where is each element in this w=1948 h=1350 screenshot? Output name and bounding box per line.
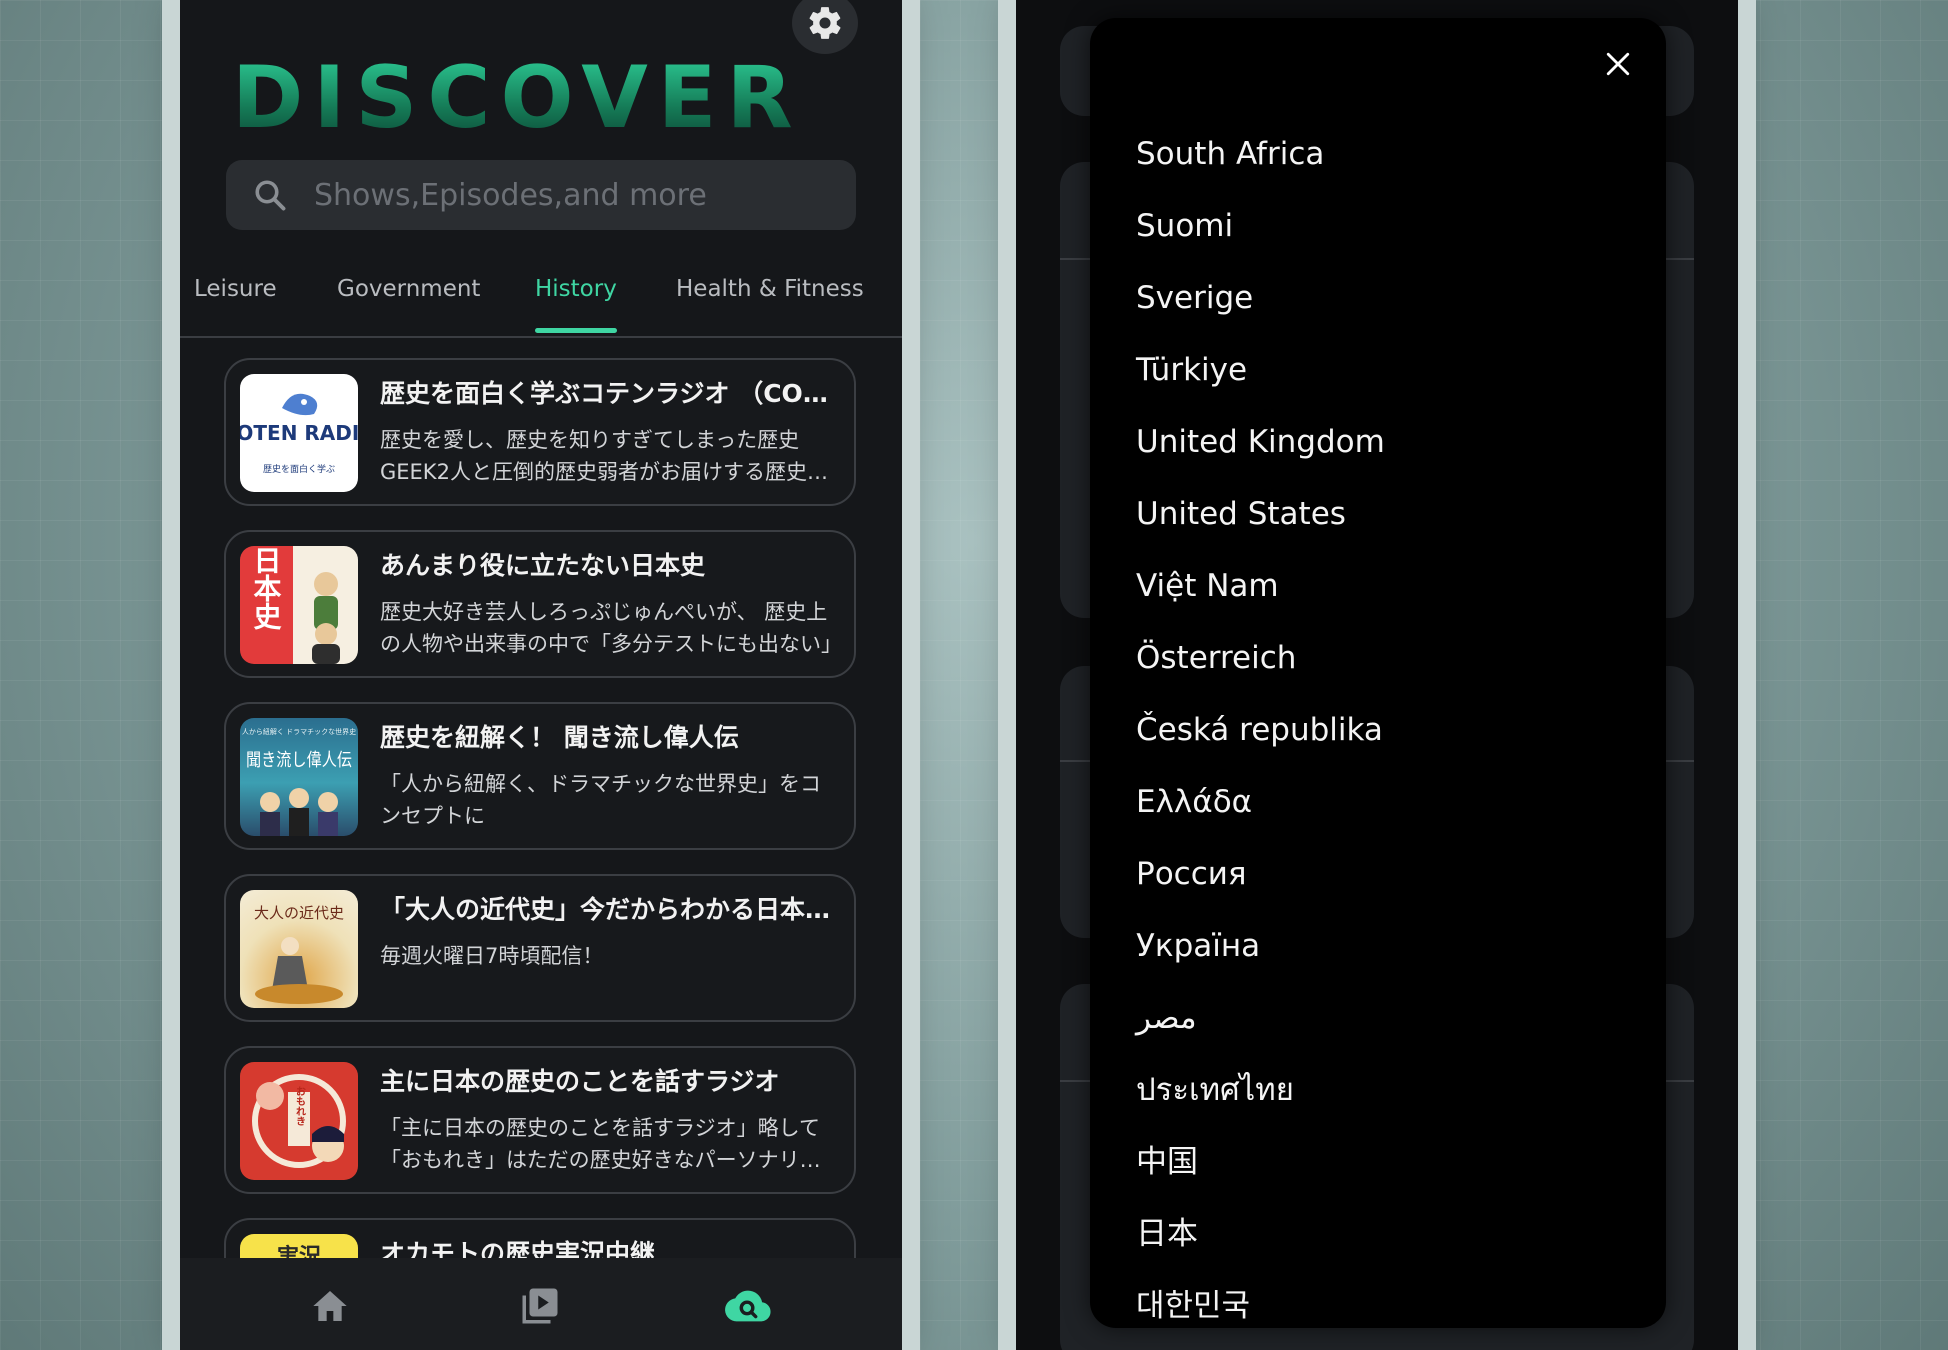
podcast-card[interactable]: 日本史 あんまり役に立たない日本史 歴史大好き芸人しろっぷじゅんぺいが、 歴史上… [224,530,856,678]
omoreki-artwork: おもれき [252,1074,346,1168]
podcast-card[interactable]: COTEN RADIO 歴史を面白く学ぶ 歴史を面白く学ぶコテンラジオ （COT… [224,358,856,506]
category-tabs: Leisure Government History Health & Fitn… [180,262,902,338]
thumb-text: 日本史 [250,546,283,630]
close-icon [1606,52,1630,76]
podcast-title: 歴史を面白く学ぶコテンラジオ （COTEN RADIO） [380,379,840,408]
country-option[interactable]: Österreich [1136,622,1636,694]
active-tab-indicator [535,328,617,333]
episodes-icon [522,1288,558,1324]
podcast-title: 主に日本の歴史のことを話すラジオ [380,1067,780,1096]
nav-episodes-button[interactable] [514,1280,566,1332]
country-option[interactable]: Suomi [1136,190,1636,262]
page-title: DISCOVER [232,48,803,148]
country-list: South Africa Suomi Sverige Türkiye Unite… [1136,118,1636,1342]
country-option[interactable]: South Africa [1136,118,1636,190]
country-option[interactable]: Česká republika [1136,694,1636,766]
podcast-artwork: 人から紐解く ドラマチックな世界史 聞き流し偉人伝 [240,718,358,836]
search-input[interactable] [312,176,836,214]
podcast-title: 歴史を紐解く！ 聞き流し偉人伝 [380,723,739,752]
country-option[interactable]: 日本 [1136,1198,1636,1270]
podcast-card[interactable]: 人から紐解く ドラマチックな世界史 聞き流し偉人伝 歴史を紐解く！ 聞き流し偉人… [224,702,856,850]
podcast-description: 歴史を愛し、歴史を知りすぎてしまった歴史GEEK2人と圧倒的歴史弱者がお届けする… [380,428,828,484]
podcast-description: 「人から紐解く、ドラマチックな世界史」をコンセプトに [380,772,821,828]
podcast-description: 「主に日本の歴史のことを話すラジオ」略して「おもれき」はただの歴史好きなパーソナ… [380,1116,821,1172]
ijinden-artwork: 人から紐解く ドラマチックな世界史 聞き流し偉人伝 [242,727,356,836]
coten-radio-logo: COTEN RADIO 歴史を面白く学ぶ [240,393,358,475]
thumb-text: COTEN RADIO [240,421,358,445]
country-option[interactable]: 대한민국 [1136,1270,1636,1342]
country-option[interactable]: Ελλάδα [1136,766,1636,838]
country-option[interactable]: Việt Nam [1136,550,1636,622]
country-option[interactable]: مصر [1136,982,1636,1054]
country-select-screen: South Africa Suomi Sverige Türkiye Unite… [1016,0,1738,1350]
podcast-title: あんまり役に立たない日本史 [380,551,706,580]
country-option[interactable]: Sverige [1136,262,1636,334]
country-option[interactable]: Україна [1136,910,1636,982]
thumb-text: 大人の近代史 [254,904,344,922]
podcast-artwork: 日本史 [240,546,358,664]
country-picker-modal: South Africa Suomi Sverige Türkiye Unite… [1090,18,1666,1328]
search-icon [255,180,286,211]
tab-leisure[interactable]: Leisure [194,276,277,302]
podcast-description: 歴史大好き芸人しろっぷじゅんぺいが、 歴史上の人物や出来事の中で「多分テストにも… [380,600,840,656]
search-bar[interactable] [226,160,856,230]
thumb-subtext: 歴史を面白く学ぶ [263,463,335,475]
country-option[interactable]: United States [1136,478,1636,550]
thumb-text: おもれき [294,1086,306,1126]
podcast-artwork: COTEN RADIO 歴史を面白く学ぶ [240,374,358,492]
nihonshi-artwork: 日本史 [250,546,340,664]
kindaishi-artwork: 大人の近代史 [254,904,344,1004]
country-option[interactable]: Türkiye [1136,334,1636,406]
thumb-text: 聞き流し偉人伝 [246,750,352,771]
close-button[interactable] [1596,42,1640,86]
nav-home-button[interactable] [304,1280,356,1332]
home-icon [313,1291,347,1321]
discover-cloud-icon [725,1290,771,1322]
bottom-navigation [180,1258,902,1350]
podcast-title: 「大人の近代史」今だからわかる日本の近代史 [380,895,840,924]
podcast-card[interactable]: 大人の近代史 「大人の近代史」今だからわかる日本の近代史 毎週火曜日7時頃配信！ [224,874,856,1022]
podcast-artwork: 大人の近代史 [240,890,358,1008]
country-option[interactable]: ประเทศไทย [1136,1054,1636,1126]
tab-health-fitness[interactable]: Health & Fitness [676,276,864,302]
podcast-description: 毎週火曜日7時頃配信！ [380,944,604,968]
country-option[interactable]: United Kingdom [1136,406,1636,478]
thumb-subtext: 人から紐解く ドラマチックな世界史 [242,727,356,736]
tab-history[interactable]: History [535,276,617,302]
tab-government[interactable]: Government [337,276,480,302]
settings-button[interactable] [792,0,858,54]
country-option[interactable]: 中国 [1136,1126,1636,1198]
discover-screen: DISCOVER Leisure Government History Heal… [180,0,902,1350]
podcast-artwork: おもれき [240,1062,358,1180]
nav-discover-button[interactable] [722,1280,774,1332]
country-option[interactable]: Россия [1136,838,1636,910]
podcast-card[interactable]: おもれき 主に日本の歴史のことを話すラジオ 「主に日本の歴史のことを話すラジオ」… [224,1046,856,1194]
gear-icon [809,7,841,39]
